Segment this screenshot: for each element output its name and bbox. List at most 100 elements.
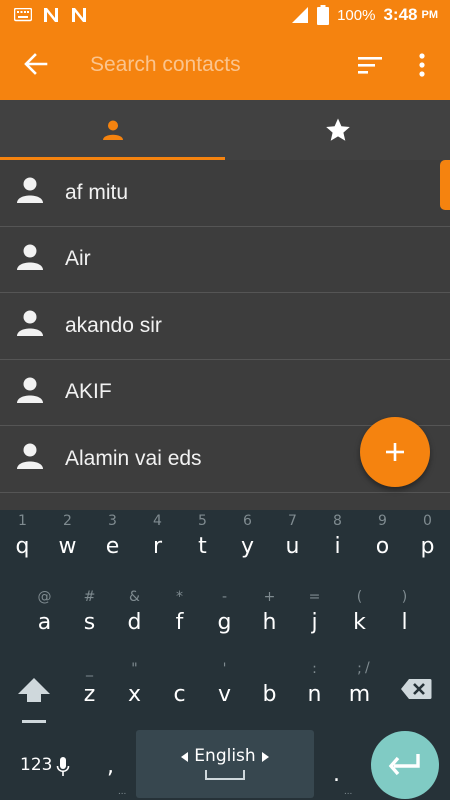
- key-label: o: [375, 534, 390, 559]
- contact-name: Alamin vai eds: [65, 446, 202, 470]
- key-label: j: [311, 610, 318, 635]
- language-label: English: [194, 746, 256, 766]
- key-hint: 1: [18, 513, 27, 529]
- key-label: d: [127, 610, 142, 635]
- key-hint: 6: [243, 513, 252, 529]
- key-v[interactable]: ' v: [202, 656, 247, 716]
- space-bar-glyph: [205, 770, 245, 780]
- person-icon: [17, 377, 43, 403]
- list-item[interactable]: AKIF: [0, 360, 450, 426]
- key-hint: ): [401, 589, 408, 605]
- contact-name: af mitu: [65, 180, 129, 204]
- key-c[interactable]: c: [157, 656, 202, 716]
- key-hint: 3: [108, 513, 117, 529]
- key-p[interactable]: 0p: [405, 510, 450, 570]
- numbers-key[interactable]: 123: [20, 755, 52, 775]
- key-hint: ': [222, 661, 227, 677]
- backspace-icon[interactable]: [400, 678, 432, 700]
- key-label: c: [173, 682, 186, 707]
- key-u[interactable]: 7u: [270, 510, 315, 570]
- key-w[interactable]: 2w: [45, 510, 90, 570]
- contact-name: Air: [65, 247, 91, 271]
- back-arrow-icon[interactable]: [22, 52, 48, 78]
- sort-icon[interactable]: [357, 54, 383, 76]
- key-q[interactable]: 1q: [0, 510, 45, 570]
- person-icon: [17, 443, 43, 469]
- key-hint: _: [86, 661, 93, 677]
- key-hint: 7: [288, 513, 297, 529]
- status-bar: 100% 3:48 PM: [0, 0, 450, 30]
- add-icon: [386, 443, 404, 461]
- key-t[interactable]: 5t: [180, 510, 225, 570]
- person-icon: [17, 310, 43, 336]
- clock-ampm: PM: [421, 9, 439, 21]
- key-label: m: [348, 682, 371, 707]
- key-label: k: [353, 610, 366, 635]
- key-y[interactable]: 6y: [225, 510, 270, 570]
- key-b[interactable]: b: [247, 656, 292, 716]
- key-h[interactable]: + h: [247, 584, 292, 644]
- mic-icon[interactable]: [56, 757, 70, 777]
- key-f[interactable]: * f: [157, 584, 202, 644]
- key-hint: ;: [357, 661, 362, 677]
- key-r[interactable]: 4r: [135, 510, 180, 570]
- fast-scroll-thumb[interactable]: [440, 160, 450, 210]
- key-hint: 5: [198, 513, 207, 529]
- more-vert-icon[interactable]: [414, 52, 430, 78]
- key-label: h: [262, 610, 277, 635]
- list-item[interactable]: af mitu: [0, 160, 450, 227]
- key-label: u: [285, 534, 300, 559]
- signal-icon: [292, 7, 309, 23]
- key-j[interactable]: = j: [292, 584, 337, 644]
- period-more-hint: ...: [344, 786, 353, 797]
- key-e[interactable]: 3e: [90, 510, 135, 570]
- key-hint: -: [221, 589, 228, 605]
- search-input[interactable]: Search contacts: [90, 53, 241, 77]
- key-hint: +: [263, 589, 276, 605]
- key-m[interactable]: ; m: [337, 656, 382, 716]
- shift-indicator: [22, 720, 46, 723]
- key-label: r: [152, 534, 163, 559]
- key-label: z: [83, 682, 96, 707]
- tab-favorites[interactable]: [225, 100, 450, 160]
- key-hint: &: [129, 589, 140, 605]
- star-icon: [325, 118, 350, 141]
- key-label: x: [127, 682, 142, 707]
- key-z[interactable]: _ z: [67, 656, 112, 716]
- key-label: g: [217, 610, 232, 635]
- list-item[interactable]: [0, 493, 450, 511]
- list-item[interactable]: akando sir: [0, 293, 450, 360]
- key-hint-slash: /: [365, 660, 370, 676]
- key-n[interactable]: :n: [292, 656, 337, 716]
- key-g[interactable]: -g: [202, 584, 247, 644]
- key-x[interactable]: " x: [112, 656, 157, 716]
- comma-key[interactable]: ,: [107, 754, 114, 779]
- key-hint: 9: [378, 513, 387, 529]
- key-d[interactable]: & d: [112, 584, 157, 644]
- key-k[interactable]: (k: [337, 584, 382, 644]
- person-icon: [17, 244, 43, 270]
- shift-icon[interactable]: [16, 676, 52, 704]
- key-label: n: [307, 682, 322, 707]
- contact-name: AKIF: [65, 380, 112, 404]
- key-label: q: [15, 534, 30, 559]
- add-contact-button[interactable]: [360, 417, 430, 487]
- enter-key[interactable]: [371, 731, 439, 799]
- key-i[interactable]: 8i: [315, 510, 360, 570]
- contact-name: akando sir: [65, 313, 162, 337]
- n-icon: [44, 8, 58, 22]
- key-label: e: [105, 534, 120, 559]
- key-l[interactable]: ) l: [382, 584, 427, 644]
- period-key[interactable]: .: [333, 762, 340, 787]
- n-icon: [72, 8, 86, 22]
- key-hint: *: [176, 589, 183, 605]
- key-o[interactable]: 9o: [360, 510, 405, 570]
- keyboard-icon: [14, 8, 32, 22]
- key-a[interactable]: @ a: [22, 584, 67, 644]
- key-s[interactable]: # s: [67, 584, 112, 644]
- tab-contacts[interactable]: [0, 100, 225, 160]
- key-label: f: [175, 610, 184, 635]
- space-key[interactable]: English: [136, 730, 314, 798]
- key-label: y: [240, 534, 255, 559]
- list-item[interactable]: Air: [0, 227, 450, 293]
